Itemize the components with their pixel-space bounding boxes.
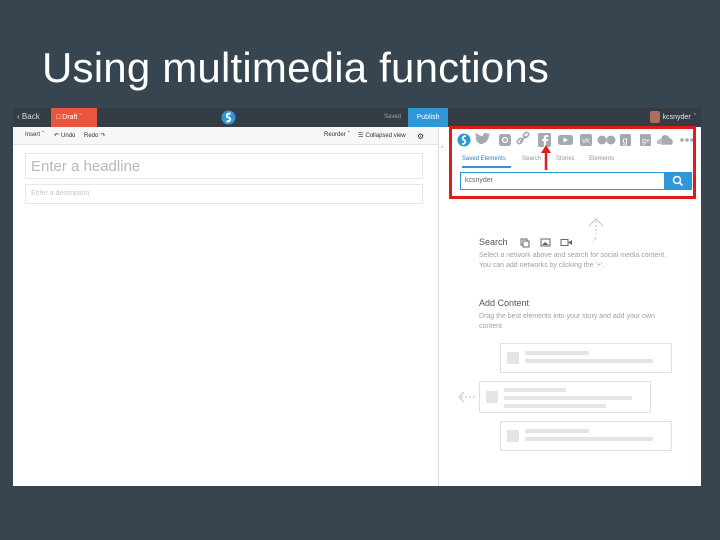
chevron-down-icon: ˇ: [693, 113, 696, 121]
card-thumbnail: [507, 430, 519, 442]
undo-button[interactable]: ↶ Undo: [54, 132, 76, 140]
chevron-down-icon: ˇ: [79, 114, 82, 121]
placeholder-card-dragging: [479, 381, 651, 413]
chevron-up-icon[interactable]: ^: [441, 146, 444, 152]
collapsed-view-button[interactable]: ☰ Collapsed view: [358, 132, 406, 140]
dashed-arrow-up-icon: [588, 218, 604, 243]
user-menu[interactable]: kcsnyder ˇ: [649, 111, 696, 123]
undo-icon: ↶: [54, 133, 60, 139]
media-type-icons: [520, 238, 572, 248]
reorder-label: Reorder: [324, 132, 346, 138]
back-button[interactable]: ‹ Back: [17, 112, 40, 121]
story-editor: Enter a headline Enter a description: [13, 145, 438, 486]
highlight-box: [449, 126, 696, 199]
draft-icon: □: [56, 114, 61, 121]
draft-dropdown[interactable]: □ Draft ˇ: [51, 108, 97, 127]
insert-label: Insert: [25, 132, 41, 138]
card-line: [504, 404, 606, 408]
video-icon[interactable]: [560, 239, 572, 246]
add-content-help-text: Drag the best elements into your story a…: [479, 313, 655, 330]
text-icon[interactable]: [520, 238, 530, 248]
publish-button[interactable]: Publish: [408, 108, 448, 127]
undo-label: Undo: [61, 132, 76, 139]
back-label: Back: [21, 112, 40, 121]
chevron-down-icon: ˇ: [347, 132, 350, 138]
draft-label: Draft: [62, 114, 78, 121]
placeholder-card: [500, 421, 672, 451]
redo-icon: ↷: [100, 133, 106, 139]
description-input[interactable]: Enter a description: [25, 184, 423, 204]
list-icon: ☰: [358, 133, 364, 139]
card-line: [504, 396, 632, 400]
search-heading: Search: [479, 237, 508, 247]
card-line: [504, 388, 566, 392]
avatar: [649, 111, 660, 123]
chevron-down-icon: ˇ: [42, 132, 45, 138]
add-content-heading: Add Content: [479, 298, 530, 308]
reorder-menu[interactable]: Reorder ˇ: [324, 132, 350, 138]
card-line: [525, 429, 589, 433]
editor-toolbar: Insert ˇ ↶ Undo Redo ↷ Reorder ˇ ☰ Colla…: [13, 127, 438, 145]
search-help-text: Select a network above and search for so…: [479, 252, 667, 269]
card-thumbnail: [486, 391, 498, 403]
panel-divider: [438, 127, 439, 486]
image-icon[interactable]: [540, 238, 551, 247]
card-line: [525, 351, 589, 355]
saved-status: Saved: [384, 114, 402, 120]
headline-input[interactable]: Enter a headline: [25, 153, 423, 179]
placeholder-card: [500, 343, 672, 373]
top-bar: ‹ Back □ Draft ˇ Saved Publish kcsnyder …: [13, 108, 701, 127]
dashed-arrow-left-icon: [458, 391, 476, 403]
collapsed-view-label: Collapsed view: [365, 132, 406, 139]
gear-icon[interactable]: ⚙: [417, 132, 424, 141]
card-line: [525, 437, 653, 441]
card-line: [525, 359, 653, 363]
storify-logo-icon: [221, 110, 236, 125]
username: kcsnyder: [662, 113, 691, 121]
card-thumbnail: [507, 352, 519, 364]
chevron-left-icon: ‹: [17, 112, 20, 121]
insert-menu[interactable]: Insert ˇ: [25, 132, 44, 138]
slide-title: Using multimedia functions: [42, 44, 550, 91]
redo-label: Redo: [84, 132, 99, 139]
redo-button[interactable]: Redo ↷: [84, 132, 106, 140]
